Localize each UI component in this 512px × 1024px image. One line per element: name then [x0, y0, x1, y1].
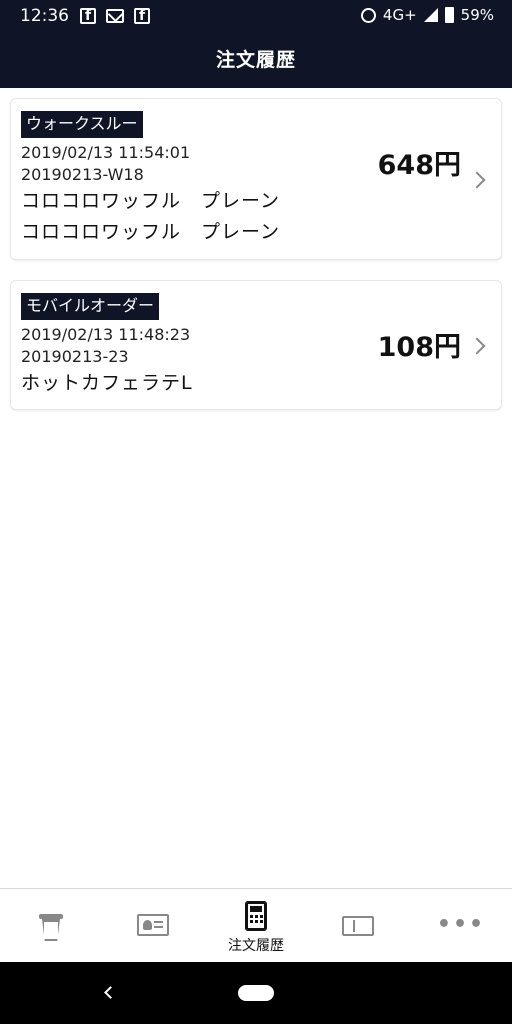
more-icon: ••• [436, 912, 486, 937]
order-card[interactable]: モバイルオーダー 2019/02/13 11:48:23 20190213-23… [10, 280, 502, 410]
coffee-cup-icon [42, 919, 60, 941]
network-type: 4G+ [382, 6, 417, 24]
order-item: コロコロワッフル プレーン [21, 190, 281, 212]
order-price: 108円 [377, 332, 461, 363]
system-navigation-bar [0, 962, 512, 1024]
status-bar: 12:36 4G+ 59% [0, 0, 512, 34]
mail-icon [106, 9, 124, 23]
order-item: コロコロワッフル プレーン [21, 221, 281, 243]
order-item: ホットカフェラテL [21, 372, 193, 394]
tab-order-history[interactable]: 注文履歴 [205, 889, 307, 963]
coffee-cup-lid [39, 914, 63, 919]
tab-tickets[interactable] [307, 889, 409, 963]
payment-terminal-icon [245, 901, 267, 931]
notification-icons [80, 8, 150, 24]
facebook-icon [134, 8, 150, 24]
page-title: 注文履歴 [215, 49, 296, 71]
alarm-icon [360, 7, 376, 23]
tab-member-card[interactable] [102, 889, 204, 963]
order-type-badge: ウォークスルー [21, 111, 143, 138]
tab-more[interactable]: ••• [410, 889, 512, 963]
order-history-list: ウォークスルー 2019/02/13 11:54:01 20190213-W18… [10, 98, 502, 430]
signal-icon [423, 8, 438, 22]
order-price: 648円 [377, 150, 461, 181]
battery-icon [444, 7, 454, 23]
status-time: 12:36 [20, 6, 69, 26]
battery-level: 59% [460, 6, 494, 24]
facebook-icon [80, 8, 96, 24]
order-card[interactable]: ウォークスルー 2019/02/13 11:54:01 20190213-W18… [10, 98, 502, 260]
tab-drinks[interactable] [0, 889, 102, 963]
back-icon[interactable] [104, 986, 117, 999]
bottom-tab-bar: 注文履歴 ••• [0, 888, 512, 962]
tab-label: 注文履歴 [228, 938, 284, 954]
system-status: 4G+ 59% [360, 6, 494, 24]
member-card-icon [137, 914, 169, 936]
ticket-icon [342, 916, 374, 936]
home-button[interactable] [238, 985, 274, 1001]
app-header: 注文履歴 [0, 34, 512, 88]
order-type-badge: モバイルオーダー [21, 293, 160, 320]
